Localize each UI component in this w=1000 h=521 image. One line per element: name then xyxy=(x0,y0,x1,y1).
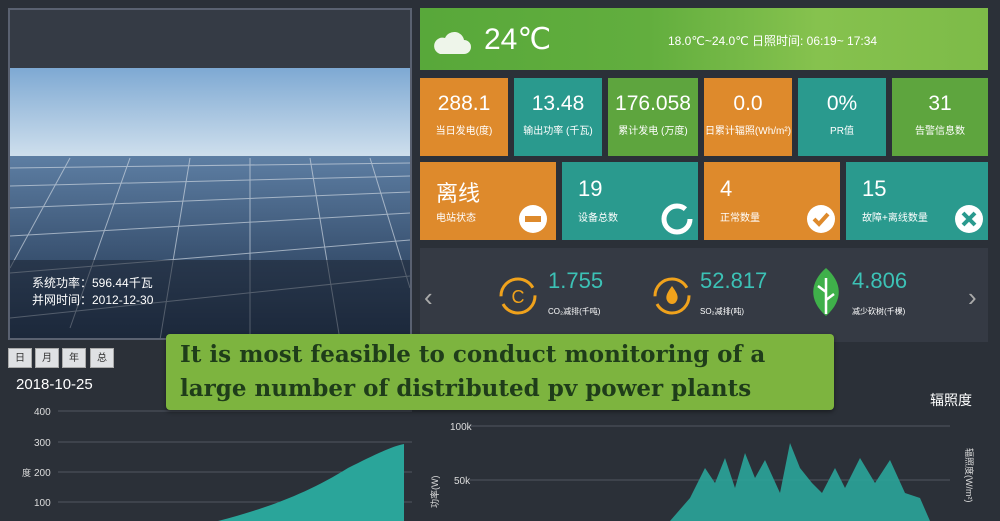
co2-value: 1.755 xyxy=(548,268,604,293)
temperature: 24℃ xyxy=(484,23,552,56)
tick-label: 300 xyxy=(34,438,51,449)
period-total-button[interactable]: 总 xyxy=(90,348,114,368)
caption-text: It is most feasible to conduct monitorin… xyxy=(180,341,766,402)
caption-banner: It is most feasible to conduct monitorin… xyxy=(166,334,834,410)
tile-label: 设备总数 xyxy=(578,213,618,224)
period-day-button[interactable]: 日 xyxy=(8,348,32,368)
system-power-text: 系统功率：596.44千瓦 xyxy=(32,276,153,290)
tile-label: 故障+离线数量 xyxy=(862,213,928,224)
tile-value: 0% xyxy=(826,92,858,115)
y-axis-label: 功率(W) xyxy=(429,476,440,509)
selected-date: 2018-10-25 xyxy=(16,376,93,393)
co2-cycle-icon: C xyxy=(499,277,537,315)
prev-arrow[interactable]: ‹ xyxy=(424,282,433,313)
svg-text:C: C xyxy=(512,287,525,307)
tile-label: PR值 xyxy=(830,126,854,137)
tile-fault-offline-count: 15 故障+离线数量 xyxy=(846,162,988,240)
period-year-button[interactable]: 年 xyxy=(62,348,86,368)
power-area xyxy=(670,443,930,521)
tile-value: 13.48 xyxy=(531,92,585,115)
station-photo-panel: 系统功率：596.44千瓦 并网时间：2012-12-30 xyxy=(8,8,412,340)
generation-area xyxy=(218,444,404,521)
tile-daily-generation: 288.1 当日发电(度) xyxy=(420,78,508,156)
tick-label: 100k xyxy=(450,422,473,433)
tile-pr-value: 0% PR值 xyxy=(798,78,886,156)
leaf-icon xyxy=(813,268,839,316)
tile-label: 电站状态 xyxy=(436,213,476,224)
tick-label: 50k xyxy=(454,476,471,487)
tile-output-power: 13.48 输出功率 (千瓦) xyxy=(514,78,602,156)
y-axis-label: 度 xyxy=(22,467,31,478)
tile-label: 告警信息数 xyxy=(915,126,965,137)
so2-label: SO₂减排(吨) xyxy=(700,307,744,316)
next-arrow[interactable]: › xyxy=(968,282,977,313)
co2-label: CO₂减排(千吨) xyxy=(548,307,601,316)
so2-drop-icon xyxy=(653,277,691,315)
cloud-icon xyxy=(434,31,471,54)
tick-label: 200 xyxy=(34,468,51,479)
tile-value: 0.0 xyxy=(733,92,763,115)
y-axis-label-right: 辐照度(W/m²) xyxy=(964,448,975,502)
tile-value: 离线 xyxy=(436,181,481,206)
tile-alarm-count: 31 告警信息数 xyxy=(892,78,988,156)
tile-label: 累计发电 (万度) xyxy=(618,126,688,137)
tile-value: 4 xyxy=(720,176,733,201)
tile-station-status: 离线 电站状态 xyxy=(420,162,556,240)
tile-value: 15 xyxy=(862,176,887,201)
temperature-range: 18.0℃~24.0℃ 日照时间: 06:19~ 17:34 xyxy=(668,34,878,48)
trees-value: 4.806 xyxy=(852,268,908,293)
tick-label: 400 xyxy=(34,407,51,418)
power-irradiance-chart: 100k 50k 功率(W) 辐照度(W/m²) xyxy=(429,422,975,521)
tile-value: 19 xyxy=(578,176,603,201)
tile-normal-count: 4 正常数量 xyxy=(704,162,840,240)
tile-label: 日累计辐照(Wh/m²) xyxy=(704,126,792,137)
weather-bar: 24℃ 18.0℃~24.0℃ 日照时间: 06:19~ 17:34 xyxy=(420,8,988,70)
check-circle-icon xyxy=(807,205,835,233)
tile-value: 31 xyxy=(928,92,952,115)
daily-generation-chart: 400 300 200 100 度 xyxy=(22,407,412,521)
emissions-panel: ‹ › C 1.755 CO₂减排(千吨) 52.817 SO₂减排(吨) 4.… xyxy=(420,248,988,342)
tile-value: 288.1 xyxy=(437,92,491,115)
tile-total-generation: 176.058 累计发电 (万度) xyxy=(608,78,698,156)
ring-icon xyxy=(661,203,693,235)
tile-label: 输出功率 (千瓦) xyxy=(523,126,593,137)
so2-value: 52.817 xyxy=(700,268,768,293)
tile-value: 176.058 xyxy=(615,92,691,115)
minus-circle-icon xyxy=(519,205,547,233)
close-circle-icon xyxy=(955,205,983,233)
tile-label: 当日发电(度) xyxy=(435,126,493,137)
tile-device-total: 19 设备总数 xyxy=(562,162,698,240)
grid-time-text: 并网时间：2012-12-30 xyxy=(32,293,154,307)
tile-label: 正常数量 xyxy=(720,213,760,224)
tick-label: 100 xyxy=(34,498,51,509)
trees-label: 减少砍树(千棵) xyxy=(852,307,906,316)
period-month-button[interactable]: 月 xyxy=(35,348,59,368)
tile-daily-irradiance: 0.0 日累计辐照(Wh/m²) xyxy=(704,78,792,156)
